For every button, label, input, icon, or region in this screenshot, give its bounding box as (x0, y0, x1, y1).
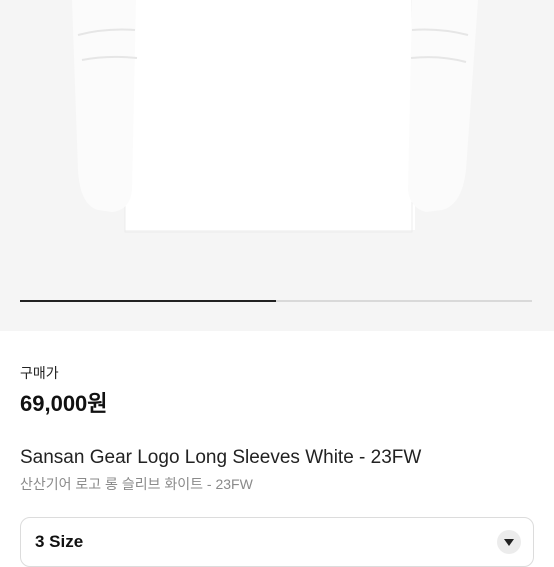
product-title-ko: 산산기어 로고 롱 슬리브 화이트 - 23FW (20, 476, 253, 492)
price-value: 69,000원 (20, 391, 108, 416)
image-progress-track (20, 300, 532, 302)
product-image-gallery[interactable] (0, 0, 554, 331)
size-select[interactable]: 3 Size (20, 517, 534, 567)
product-image-shirt (0, 0, 554, 331)
price-label: 구매가 (20, 365, 59, 381)
image-progress-fill (20, 300, 276, 302)
chevron-down-icon[interactable] (497, 530, 521, 554)
size-select-value: 3 Size (35, 532, 84, 551)
product-title-en: Sansan Gear Logo Long Sleeves White - 23… (20, 447, 422, 468)
